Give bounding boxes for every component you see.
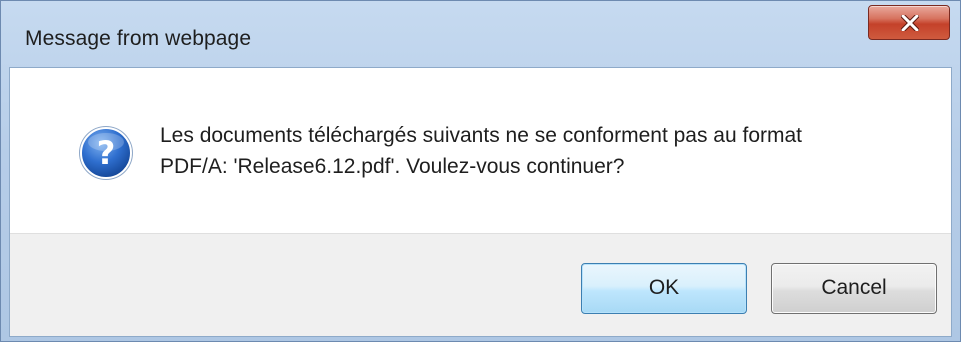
- dialog-body: ? Les documents téléchargés suivants ne …: [9, 67, 952, 337]
- message-text: Les documents téléchargés suivants ne se…: [160, 120, 920, 182]
- question-icon: ?: [79, 126, 133, 180]
- message-line-1: Les documents téléchargés suivants ne se…: [160, 124, 803, 147]
- message-line-2: PDF/A: 'Release6.12.pdf'. Voulez-vous co…: [160, 155, 625, 178]
- button-bar: OK Cancel: [10, 233, 951, 336]
- svg-text:?: ?: [97, 134, 116, 172]
- cancel-button[interactable]: Cancel: [771, 263, 937, 314]
- close-button[interactable]: [868, 5, 950, 40]
- message-dialog: Message from webpage ? Les documents tél…: [0, 0, 961, 342]
- close-icon: [901, 15, 919, 31]
- ok-button[interactable]: OK: [581, 263, 747, 314]
- dialog-title: Message from webpage: [25, 27, 252, 50]
- title-bar[interactable]: Message from webpage: [1, 1, 960, 67]
- message-area: ? Les documents téléchargés suivants ne …: [10, 68, 951, 233]
